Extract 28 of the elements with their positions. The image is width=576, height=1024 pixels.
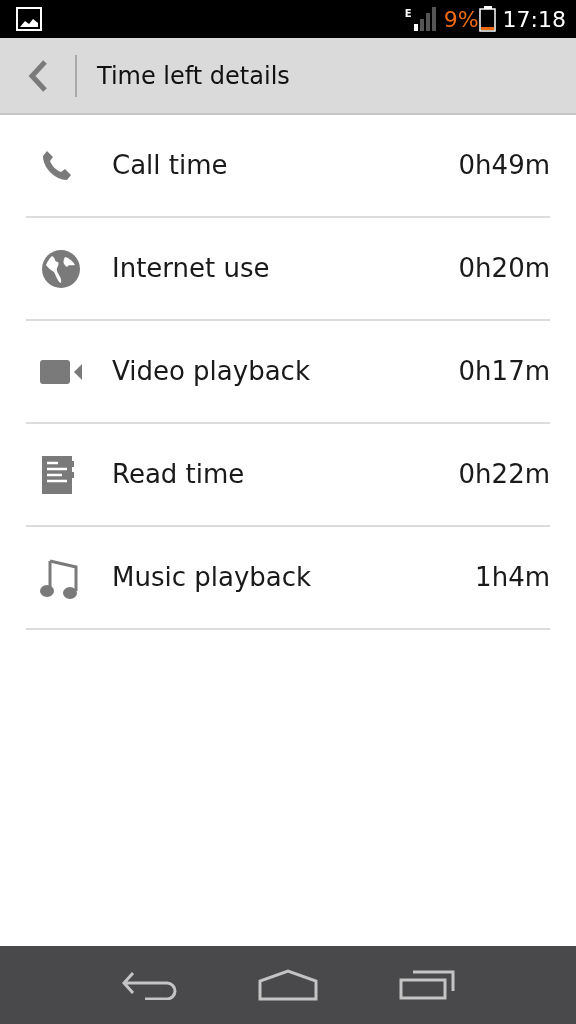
battery-icon [478, 6, 497, 32]
home-icon [258, 969, 318, 1001]
item-label: Music playback [112, 561, 313, 594]
back-icon [26, 58, 49, 93]
screen-title: Time left details [97, 60, 290, 92]
back-button[interactable] [120, 970, 177, 1000]
back-arrow-icon [120, 970, 177, 1000]
phone-icon [40, 148, 74, 183]
time-value: 0h20m [458, 252, 550, 285]
notebook-icon [40, 454, 76, 495]
network-type: E [404, 7, 412, 21]
signal-icon [413, 6, 438, 32]
home-button[interactable] [258, 969, 318, 1001]
recent-apps-button[interactable] [399, 970, 456, 1000]
battery-percent: 9% [443, 5, 479, 34]
item-label: Read time [112, 458, 246, 491]
item-label: Internet use [112, 252, 271, 285]
time-value: 0h49m [458, 149, 550, 182]
time-value: 0h17m [458, 355, 550, 388]
video-camera-icon [40, 358, 84, 385]
item-label: Video playback [112, 355, 311, 388]
time-value: 0h22m [458, 458, 550, 491]
globe-icon [40, 247, 82, 290]
time-value: 1h4m [475, 561, 550, 594]
item-label: Call time [112, 149, 229, 182]
picture-icon [16, 7, 42, 31]
clock: 17:18 [502, 5, 566, 34]
recent-apps-icon [399, 970, 456, 1000]
